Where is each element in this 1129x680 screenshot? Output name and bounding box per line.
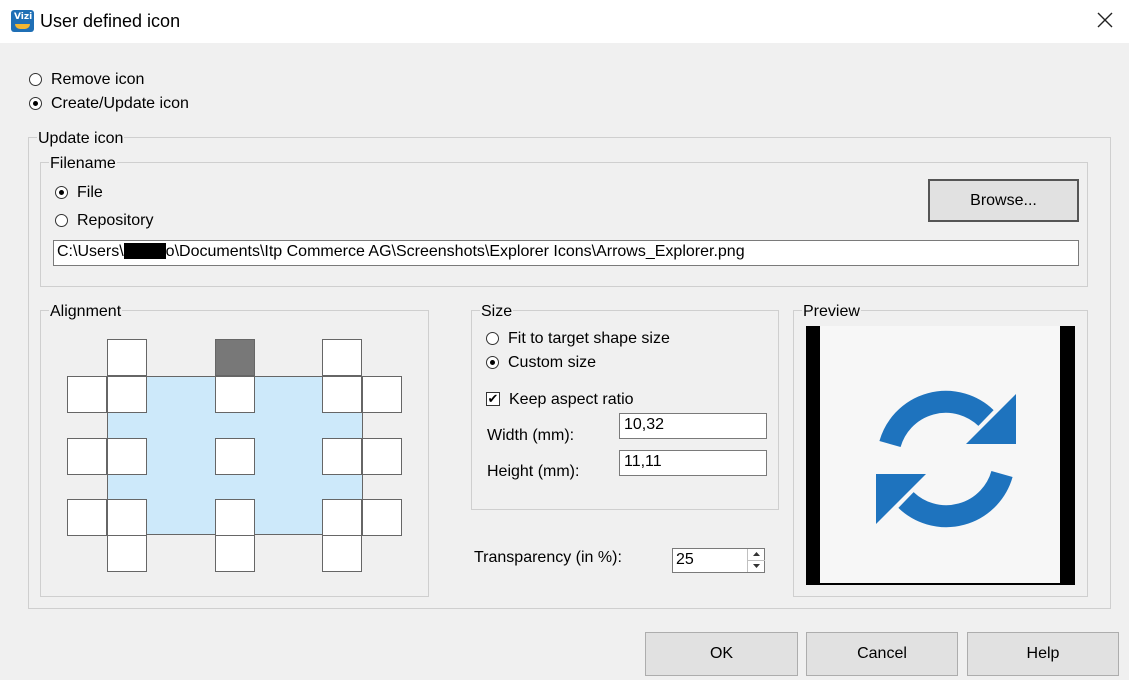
- spin-down-button[interactable]: [748, 561, 765, 572]
- cancel-button[interactable]: Cancel: [806, 632, 958, 676]
- anchor-top-left-outside[interactable]: [107, 339, 147, 376]
- anchor-top-right[interactable]: [322, 376, 362, 413]
- alignment-legend: Alignment: [49, 303, 123, 321]
- anchor-middle-left[interactable]: [107, 438, 147, 475]
- app-icon-text: Vizi: [14, 12, 33, 22]
- refresh-arrows-icon: [876, 390, 1016, 528]
- filename-legend: Filename: [49, 155, 117, 173]
- width-input[interactable]: 10,32: [619, 413, 767, 439]
- create-update-icon-radio[interactable]: [29, 97, 42, 110]
- ok-button[interactable]: OK: [645, 632, 798, 676]
- create-update-icon-label[interactable]: Create/Update icon: [51, 95, 189, 113]
- close-icon[interactable]: [1095, 9, 1115, 31]
- app-icon: Vizi: [11, 10, 34, 32]
- remove-icon-label[interactable]: Remove icon: [51, 71, 144, 89]
- custom-size-radio[interactable]: [486, 356, 499, 369]
- keep-aspect-checkbox[interactable]: ✔: [486, 392, 500, 406]
- spin-up-button[interactable]: [748, 549, 765, 561]
- anchor-bottom-left[interactable]: [107, 499, 147, 536]
- anchor-bottom-right[interactable]: [322, 499, 362, 536]
- anchor-top-center[interactable]: [215, 376, 255, 413]
- anchor-middle-right-side[interactable]: [362, 438, 402, 475]
- anchor-bottom-left-outside[interactable]: [107, 535, 147, 572]
- anchor-top-right-side[interactable]: [362, 376, 402, 413]
- anchor-top-right-outside[interactable]: [322, 339, 362, 376]
- anchor-top-left[interactable]: [107, 376, 147, 413]
- anchor-middle-center[interactable]: [215, 438, 255, 475]
- file-path-input[interactable]: C:\Users\ o\Documents\Itp Commerce AG\Scr…: [53, 240, 1079, 266]
- window-title: User defined icon: [40, 11, 181, 31]
- repository-label[interactable]: Repository: [77, 212, 153, 230]
- custom-size-label[interactable]: Custom size: [508, 354, 596, 372]
- fit-to-target-radio[interactable]: [486, 332, 499, 345]
- file-radio[interactable]: [55, 186, 68, 199]
- browse-button[interactable]: Browse...: [928, 179, 1079, 222]
- file-path-suffix: o\Documents\Itp Commerce AG\Screenshots\…: [165, 243, 745, 260]
- transparency-label: Transparency (in %):: [474, 549, 622, 566]
- anchor-bottom-center-outside[interactable]: [215, 535, 255, 572]
- anchor-top-left-side[interactable]: [67, 376, 107, 413]
- anchor-bottom-right-outside[interactable]: [322, 535, 362, 572]
- chevron-up-icon: [753, 552, 760, 556]
- spinner-buttons: [747, 549, 765, 572]
- preview-legend: Preview: [802, 303, 861, 321]
- help-button[interactable]: Help: [967, 632, 1119, 676]
- anchor-middle-right[interactable]: [322, 438, 362, 475]
- anchor-bottom-left-side[interactable]: [67, 499, 107, 536]
- anchor-bottom-right-side[interactable]: [362, 499, 402, 536]
- file-path-prefix: C:\Users\: [57, 243, 124, 260]
- remove-icon-radio[interactable]: [29, 73, 42, 86]
- keep-aspect-label[interactable]: Keep aspect ratio: [509, 391, 634, 409]
- transparency-value: 25: [676, 551, 694, 568]
- anchor-middle-left-side[interactable]: [67, 438, 107, 475]
- redacted-username: [123, 243, 166, 259]
- width-label: Width (mm):: [487, 427, 575, 444]
- height-label: Height (mm):: [487, 463, 580, 480]
- height-input[interactable]: 11,11: [619, 450, 767, 476]
- chevron-down-icon: [753, 564, 760, 568]
- file-label[interactable]: File: [77, 184, 103, 202]
- repository-radio[interactable]: [55, 214, 68, 227]
- size-legend: Size: [480, 303, 514, 321]
- update-icon-legend: Update icon: [37, 130, 125, 148]
- anchor-bottom-center[interactable]: [215, 499, 255, 536]
- fit-to-target-label[interactable]: Fit to target shape size: [508, 330, 670, 348]
- anchor-top-center-outside[interactable]: [215, 339, 255, 376]
